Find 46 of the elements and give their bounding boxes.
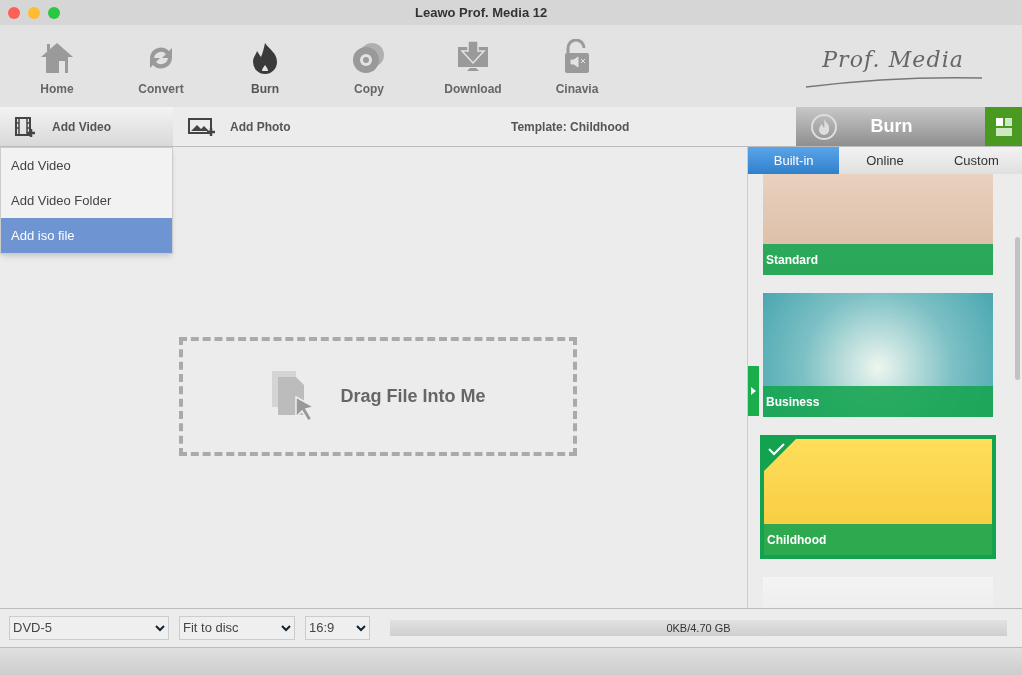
- add-photo-button[interactable]: Add Photo: [173, 107, 323, 146]
- template-tab[interactable]: Online: [839, 147, 931, 174]
- photo-add-icon: [188, 116, 216, 137]
- chevron-down-icon: [281, 624, 291, 632]
- discs-icon: [351, 41, 387, 75]
- window-title: Leawo Prof. Media 12: [415, 3, 548, 22]
- caret-right-icon: [751, 387, 756, 395]
- toolbar-button[interactable]: Convert: [109, 28, 213, 104]
- aspect-ratio-dropdown[interactable]: 16:9: [305, 616, 370, 640]
- check-corner-icon: [764, 439, 796, 471]
- close-button[interactable]: [8, 6, 20, 19]
- chevron-down-icon: [155, 624, 165, 632]
- unlock-mute-icon: [562, 39, 592, 75]
- menu-item[interactable]: Add Video: [1, 148, 172, 183]
- toolbar-button[interactable]: Cinavia: [525, 28, 629, 104]
- template-card[interactable]: Standard: [763, 174, 993, 275]
- template-name: Standard: [763, 244, 993, 275]
- logo: Prof. Media: [804, 43, 984, 93]
- template-name: Business: [763, 386, 993, 417]
- fit-dropdown[interactable]: Fit to disc: [179, 616, 295, 640]
- chevron-down-icon: [356, 624, 366, 632]
- toolbar-button[interactable]: Copy: [317, 28, 421, 104]
- disc-type-dropdown[interactable]: DVD-5: [9, 616, 169, 640]
- add-video-button[interactable]: Add Video: [0, 107, 173, 146]
- template-card[interactable]: Childhood: [760, 435, 996, 559]
- drop-zone[interactable]: Drag File Into Me: [179, 337, 577, 456]
- layout-icon: [994, 116, 1013, 137]
- template-name: Childhood: [764, 524, 992, 555]
- toolbar-button[interactable]: Home: [5, 28, 109, 104]
- toolbar-button[interactable]: Burn: [213, 28, 317, 104]
- template-label: Template: Childhood: [511, 118, 630, 136]
- layout-toggle-button[interactable]: [985, 107, 1022, 146]
- toolbar-button[interactable]: Download: [421, 28, 525, 104]
- panel-toggle-button[interactable]: [748, 366, 759, 416]
- template-tab[interactable]: Custom: [930, 147, 1022, 174]
- menu-item[interactable]: Add iso file: [1, 218, 172, 253]
- capacity-text: 0KB/4.70 GB: [665, 620, 732, 636]
- zoom-button[interactable]: [48, 6, 60, 19]
- minimize-button[interactable]: [28, 6, 40, 19]
- menu-item[interactable]: Add Video Folder: [1, 183, 172, 218]
- film-add-icon: [14, 115, 36, 138]
- scrollbar[interactable]: [1015, 237, 1020, 380]
- flame-icon: [810, 112, 838, 141]
- home-icon: [39, 41, 75, 75]
- template-card[interactable]: Business: [763, 293, 993, 417]
- template-tab[interactable]: Built-in: [748, 147, 840, 174]
